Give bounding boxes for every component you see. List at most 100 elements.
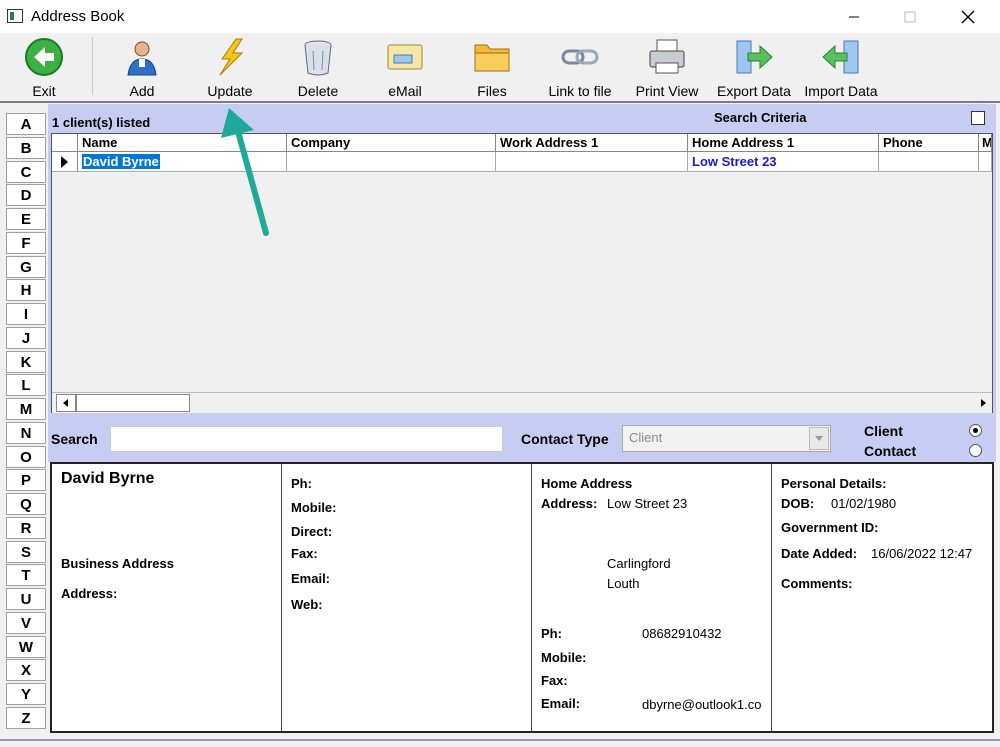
business-address-title: Business Address (61, 556, 174, 571)
letter-s-button[interactable]: S (6, 541, 46, 563)
column-header-work-address[interactable]: Work Address 1 (496, 134, 688, 152)
radio-dot (973, 428, 978, 433)
trash-bin-icon (298, 37, 338, 77)
letter-a-button[interactable]: A (6, 113, 46, 135)
comments-label: Comments: (781, 576, 853, 591)
letter-d-button[interactable]: D (6, 184, 46, 206)
envelope-icon (385, 37, 425, 77)
date-added-value: 16/06/2022 12:47 (871, 546, 973, 561)
column-header-company[interactable]: Company (287, 134, 496, 152)
mobile-label: Mobile: (291, 500, 337, 515)
contact-name: David Byrne (61, 470, 155, 487)
divider (0, 739, 1000, 741)
letter-p-button[interactable]: P (6, 469, 46, 491)
chevron-down-icon (815, 436, 823, 441)
minimize-icon (849, 16, 859, 17)
column-header-phone[interactable]: Phone (879, 134, 979, 152)
letter-y-button[interactable]: Y (6, 683, 46, 705)
home-address-line1: Low Street 23 (607, 496, 688, 511)
contact-type-label: Contact Type (521, 431, 609, 447)
home-mobile-label: Mobile: (541, 650, 587, 665)
column-header-home-address[interactable]: Home Address 1 (688, 134, 879, 152)
add-button[interactable]: Add (112, 33, 172, 101)
divider (0, 101, 1000, 103)
cell-m[interactable] (979, 152, 992, 172)
export-arrow-icon (734, 37, 774, 77)
letter-z-button[interactable]: Z (6, 707, 46, 729)
letter-r-button[interactable]: R (6, 517, 46, 539)
radio-client[interactable] (969, 424, 982, 437)
letter-k-button[interactable]: K (6, 351, 46, 373)
home-address-label: Address: (541, 496, 598, 511)
letter-i-button[interactable]: I (6, 303, 46, 325)
letter-e-button[interactable]: E (6, 208, 46, 230)
personal-details-title: Personal Details: (781, 476, 887, 491)
search-input[interactable] (110, 426, 503, 452)
home-email-value: dbyrne@outlook1.co (642, 697, 762, 712)
close-icon (961, 10, 975, 23)
exit-arrow-icon (24, 37, 64, 77)
letter-j-button[interactable]: J (6, 327, 46, 349)
scroll-left-button[interactable] (56, 394, 76, 412)
contact-type-select[interactable]: Client (622, 425, 831, 452)
divider (771, 464, 772, 731)
letter-h-button[interactable]: H (6, 279, 46, 301)
contact-type-dropdown-button[interactable] (809, 427, 829, 450)
dob-value: 01/02/1980 (831, 496, 897, 511)
maximize-button[interactable] (887, 0, 933, 33)
cell-home-address[interactable]: Low Street 23 (688, 152, 879, 172)
letter-o-button[interactable]: O (6, 446, 46, 468)
cell-name[interactable]: David Byrne (82, 154, 160, 169)
folder-icon (472, 37, 512, 77)
letter-b-button[interactable]: B (6, 137, 46, 159)
home-address-line3: Louth (607, 576, 640, 591)
letter-l-button[interactable]: L (6, 374, 46, 396)
radio-contact[interactable] (969, 444, 982, 457)
letter-u-button[interactable]: U (6, 588, 46, 610)
update-button[interactable]: Update (200, 33, 260, 101)
import-data-button[interactable]: Import Data (801, 33, 881, 101)
import-arrow-icon (821, 37, 861, 77)
exit-button[interactable]: Exit (14, 33, 74, 101)
cell-phone[interactable] (879, 152, 979, 172)
row-pointer-icon (61, 156, 68, 168)
scroll-thumb[interactable] (76, 394, 190, 412)
files-button[interactable]: Files (462, 33, 522, 101)
cell-company[interactable] (287, 152, 496, 172)
letter-v-button[interactable]: V (6, 612, 46, 634)
horizontal-scrollbar[interactable] (52, 392, 992, 413)
letter-q-button[interactable]: Q (6, 493, 46, 515)
minimize-button[interactable] (831, 0, 877, 33)
export-data-button[interactable]: Export Data (714, 33, 794, 101)
chevron-left-icon (63, 399, 68, 407)
radio-label-contact: Contact (864, 443, 917, 459)
cell-work-address[interactable] (496, 152, 688, 172)
letter-g-button[interactable]: G (6, 256, 46, 278)
row-selector[interactable] (52, 152, 78, 172)
home-ph-value: 08682910432 (642, 626, 722, 641)
close-button[interactable] (945, 0, 991, 33)
letter-n-button[interactable]: N (6, 422, 46, 444)
print-view-button[interactable]: Print View (627, 33, 707, 101)
letter-t-button[interactable]: T (6, 564, 46, 586)
email-button[interactable]: eMail (375, 33, 435, 101)
lightning-icon (210, 37, 250, 77)
divider (281, 464, 282, 731)
home-email-label: Email: (541, 696, 581, 711)
letter-x-button[interactable]: X (6, 659, 46, 681)
letter-w-button[interactable]: W (6, 636, 46, 658)
home-address-title: Home Address (541, 476, 633, 491)
column-header-m[interactable]: M (979, 134, 992, 152)
grid-corner (52, 134, 78, 152)
letter-m-button[interactable]: M (6, 398, 46, 420)
delete-button[interactable]: Delete (288, 33, 348, 101)
fax-label: Fax: (291, 546, 318, 561)
date-added-label: Date Added: (781, 546, 858, 561)
search-criteria-checkbox[interactable] (971, 111, 985, 125)
letter-f-button[interactable]: F (6, 232, 46, 254)
scroll-right-button[interactable] (974, 394, 992, 412)
letter-c-button[interactable]: C (6, 161, 46, 183)
toolbar: Exit Add Update Delete eMail Files Link … (0, 33, 1000, 101)
annotation-arrow (221, 108, 269, 236)
link-to-file-button[interactable]: Link to file (540, 33, 620, 101)
